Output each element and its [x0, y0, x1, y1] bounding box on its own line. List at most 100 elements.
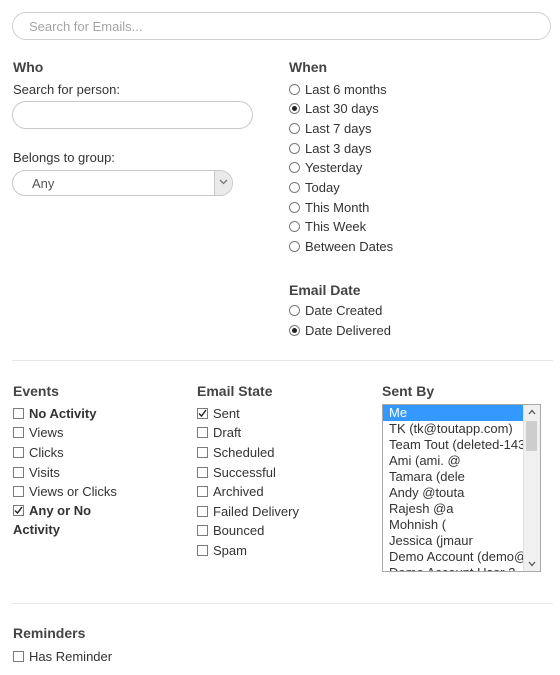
- when-radio[interactable]: [289, 122, 300, 134]
- when-radio[interactable]: [289, 182, 300, 193]
- when-radio[interactable]: [289, 162, 300, 174]
- when-radio[interactable]: [289, 142, 300, 154]
- when-option-last-7-days[interactable]: Last 7 days: [289, 119, 372, 137]
- when-option-between-dates[interactable]: Between Dates: [289, 238, 393, 256]
- email-state-option-bounced[interactable]: Bounced: [197, 521, 264, 539]
- events-checkbox[interactable]: [13, 407, 24, 419]
- events-checkbox[interactable]: [13, 446, 24, 458]
- sent-by-heading: Sent By: [382, 383, 435, 399]
- when-radio[interactable]: [289, 241, 300, 253]
- when-heading: When: [289, 59, 328, 75]
- sent-by-item[interactable]: Demo Account User 2: [383, 565, 524, 571]
- email-date-radio[interactable]: [289, 324, 300, 336]
- email-state-checkbox[interactable]: [197, 446, 208, 458]
- sent-by-item[interactable]: TK (tk@toutapp.com): [383, 421, 524, 437]
- when-option-label: Last 6 months: [305, 81, 387, 97]
- group-select[interactable]: Any: [12, 170, 233, 196]
- when-option-today[interactable]: Today: [289, 179, 340, 197]
- events-option-any-or-no-activity[interactable]: Any or No Activity: [13, 501, 113, 539]
- sent-by-item[interactable]: Tamara (dele: [383, 469, 524, 485]
- when-radio[interactable]: [289, 221, 300, 233]
- scroll-down-icon[interactable]: [528, 561, 536, 567]
- events-option-label: Views: [29, 424, 64, 440]
- events-option-label: Views or Clicks: [29, 483, 117, 499]
- when-option-last-30-days[interactable]: Last 30 days: [289, 100, 379, 118]
- when-option-this-week[interactable]: This Week: [289, 218, 366, 236]
- email-date-option-date-delivered[interactable]: Date Delivered: [289, 321, 391, 339]
- email-state-checkbox[interactable]: [197, 407, 208, 419]
- has-reminder-checkbox[interactable]: [13, 650, 24, 662]
- checkmark-icon: [198, 409, 207, 417]
- email-state-checkbox[interactable]: [197, 466, 208, 478]
- group-label: Belongs to group:: [13, 150, 115, 165]
- events-checkbox[interactable]: [13, 466, 24, 478]
- scroll-thumb[interactable]: [526, 421, 537, 451]
- sent-by-item[interactable]: Andy @touta: [383, 485, 524, 501]
- email-date-option-date-created[interactable]: Date Created: [289, 301, 382, 319]
- when-radio[interactable]: [289, 83, 300, 95]
- when-option-this-month[interactable]: This Month: [289, 198, 369, 216]
- email-state-option-label: Spam: [213, 542, 247, 558]
- email-state-option-label: Bounced: [213, 522, 265, 538]
- events-option-views[interactable]: Views: [13, 423, 63, 441]
- when-option-last-6-months[interactable]: Last 6 months: [289, 80, 387, 98]
- group-select-value: Any: [32, 176, 55, 191]
- email-state-heading: Email State: [197, 383, 273, 399]
- email-state-checkbox[interactable]: [197, 485, 208, 497]
- email-date-option-label: Date Delivered: [305, 322, 391, 338]
- when-option-last-3-days[interactable]: Last 3 days: [289, 139, 372, 157]
- email-search-field[interactable]: [12, 12, 551, 40]
- when-option-label: Last 30 days: [305, 101, 379, 117]
- events-option-visits[interactable]: Visits: [13, 463, 60, 481]
- email-state-option-spam[interactable]: Spam: [197, 541, 247, 559]
- email-state-option-label: Sent: [213, 405, 240, 421]
- sent-by-item[interactable]: Me: [383, 405, 524, 421]
- email-state-checkbox[interactable]: [197, 505, 208, 517]
- sent-by-item[interactable]: Rajesh @a: [383, 501, 524, 517]
- search-person-label: Search for person:: [13, 82, 120, 97]
- email-state-option-sent[interactable]: Sent: [197, 404, 240, 422]
- email-state-option-label: Scheduled: [213, 444, 275, 460]
- sent-by-item[interactable]: Demo Account (demo@: [383, 549, 524, 565]
- when-option-label: Between Dates: [305, 239, 394, 255]
- email-state-option-successful[interactable]: Successful: [197, 463, 276, 481]
- email-state-option-label: Archived: [213, 483, 264, 499]
- events-option-label: No Activity: [29, 405, 97, 421]
- events-heading: Events: [13, 383, 59, 399]
- when-radio[interactable]: [289, 201, 300, 213]
- email-state-option-draft[interactable]: Draft: [197, 423, 241, 441]
- sent-by-item[interactable]: Jessica (jmaur: [383, 533, 524, 549]
- email-search-input[interactable]: [13, 13, 550, 39]
- email-date-radio[interactable]: [289, 304, 300, 316]
- events-option-clicks[interactable]: Clicks: [13, 443, 64, 461]
- events-option-label: Clicks: [29, 444, 64, 460]
- search-person-input[interactable]: [12, 101, 253, 129]
- events-checkbox[interactable]: [13, 485, 24, 497]
- events-option-no-activity[interactable]: No Activity: [13, 404, 96, 422]
- listbox-scrollbar[interactable]: [523, 405, 540, 571]
- sent-by-item[interactable]: Ami (ami. @: [383, 453, 524, 469]
- when-option-yesterday[interactable]: Yesterday: [289, 159, 362, 177]
- checkmark-icon: [14, 506, 23, 515]
- events-option-label: Visits: [29, 464, 60, 480]
- email-state-checkbox[interactable]: [197, 426, 208, 438]
- email-state-option-failed-delivery[interactable]: Failed Delivery: [197, 502, 299, 520]
- scroll-up-icon[interactable]: [528, 409, 536, 415]
- email-state-option-archived[interactable]: Archived: [197, 482, 264, 500]
- events-checkbox[interactable]: [13, 505, 24, 516]
- email-state-option-scheduled[interactable]: Scheduled: [197, 443, 274, 461]
- group-select-toggle[interactable]: [214, 171, 232, 195]
- email-state-checkbox[interactable]: [197, 544, 208, 556]
- sent-by-item[interactable]: Team Tout (deleted-143: [383, 437, 524, 453]
- when-option-label: This Month: [305, 199, 370, 215]
- when-radio[interactable]: [289, 103, 300, 115]
- when-option-label: Last 7 days: [305, 120, 372, 136]
- events-checkbox[interactable]: [13, 426, 24, 438]
- sent-by-listbox[interactable]: Me TK (tk@toutapp.com) Team Tout (deleted-…: [382, 404, 541, 572]
- sent-by-item[interactable]: Mohnish (: [383, 517, 524, 533]
- divider: [12, 360, 553, 361]
- when-option-label: This Week: [305, 219, 367, 235]
- events-option-views-or-clicks[interactable]: Views or Clicks: [13, 482, 117, 500]
- has-reminder-option[interactable]: Has Reminder: [13, 647, 112, 665]
- email-state-checkbox[interactable]: [197, 524, 208, 536]
